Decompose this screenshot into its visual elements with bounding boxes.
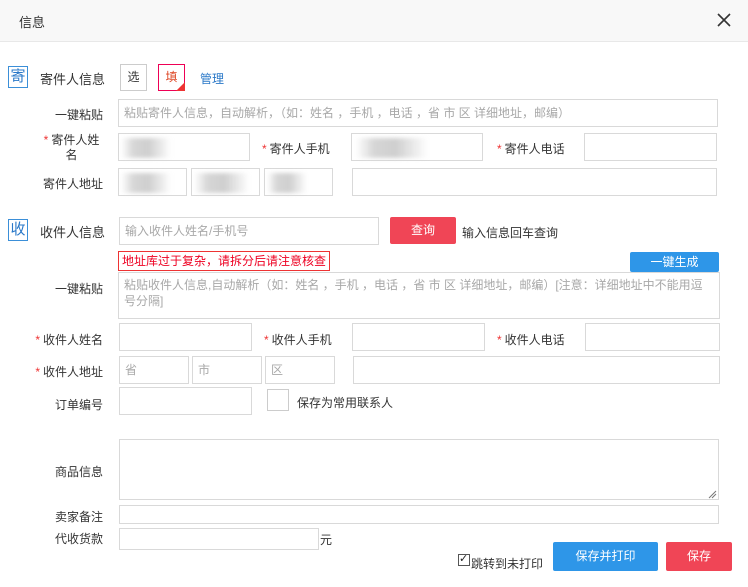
select-sender-button[interactable]: 选 (120, 64, 147, 91)
seller-note-input[interactable] (119, 505, 719, 524)
manage-sender-link[interactable]: 管理 (200, 70, 224, 87)
sender-paste-label: 一键粘贴 (54, 108, 103, 122)
sender-phone-label-text: 寄件人电话 (504, 142, 565, 156)
redacted-value (267, 173, 307, 193)
receiver-district-select[interactable] (265, 356, 335, 384)
sender-province-select[interactable] (118, 168, 187, 196)
receiver-phone-label-text: 收件人电话 (504, 333, 565, 347)
sender-mobile-label: 寄件人手机 (262, 140, 330, 157)
address-warning: 地址库过于复杂，请拆分后请注意核查 (118, 251, 331, 271)
redacted-value (194, 173, 249, 193)
receiver-search-hint: 输入信息回车查询 (462, 226, 559, 240)
cod-label: 代收货款 (54, 532, 103, 546)
receiver-search-button[interactable]: 查询 (390, 217, 456, 244)
receiver-province-select[interactable] (119, 356, 189, 384)
jump-unprinted-label: 跳转到未打印 (471, 557, 544, 571)
cod-unit: 元 (320, 533, 333, 547)
receiver-name-input[interactable] (119, 323, 252, 351)
receiver-section-title: 收件人信息 (40, 225, 106, 240)
receiver-phone-input[interactable] (585, 323, 720, 351)
receiver-paste-input[interactable] (118, 272, 720, 319)
sender-detail-address-input[interactable] (352, 168, 717, 196)
goods-info-label: 商品信息 (54, 465, 103, 479)
sender-name-label-text: 寄件人姓名 (51, 133, 100, 162)
receiver-section-icon: 收 (8, 219, 28, 241)
sender-name-input[interactable] (118, 133, 250, 161)
sender-name-label: 寄件人姓名 (40, 133, 103, 163)
sender-section-icon: 寄 (8, 66, 28, 88)
sender-section-title: 寄件人信息 (40, 72, 106, 87)
redacted-value (121, 173, 171, 193)
fill-sender-button[interactable]: 填 (158, 64, 185, 91)
order-number-input[interactable] (119, 387, 252, 415)
sender-paste-input[interactable] (118, 99, 718, 127)
receiver-mobile-label: 收件人手机 (264, 331, 332, 348)
receiver-address-label-text: 收件人地址 (42, 365, 103, 379)
redacted-value (121, 138, 171, 158)
receiver-paste-label: 一键粘贴 (54, 282, 103, 296)
receiver-city-select[interactable] (192, 356, 262, 384)
sender-mobile-label-text: 寄件人手机 (269, 142, 330, 156)
receiver-mobile-label-text: 收件人手机 (271, 333, 332, 347)
receiver-mobile-input[interactable] (352, 323, 485, 351)
receiver-name-label: 收件人姓名 (30, 331, 103, 348)
save-button[interactable]: 保存 (666, 542, 732, 571)
sender-mobile-input[interactable] (351, 133, 483, 161)
save-contact-label: 保存为常用联系人 (297, 396, 394, 410)
dialog-title: 信息 (19, 15, 46, 30)
goods-info-textarea[interactable] (119, 439, 719, 500)
sender-address-label: 寄件人地址 (42, 177, 103, 191)
receiver-detail-address-input[interactable] (353, 356, 720, 384)
receiver-name-label-text: 收件人姓名 (42, 333, 103, 347)
sender-city-select[interactable] (191, 168, 260, 196)
sender-phone-input[interactable] (584, 133, 717, 161)
receiver-phone-label: 收件人电话 (497, 331, 565, 348)
generate-button[interactable]: 一键生成 (630, 252, 719, 272)
jump-unprinted-checkbox[interactable] (458, 552, 470, 566)
close-icon[interactable] (714, 10, 734, 30)
dialog-titlebar: 信息 (0, 0, 748, 42)
seller-note-label: 卖家备注 (54, 510, 103, 524)
save-and-print-button[interactable]: 保存并打印 (553, 542, 658, 571)
save-contact-checkbox[interactable] (267, 389, 289, 411)
resize-grip-icon[interactable] (707, 488, 717, 499)
redacted-value (356, 138, 428, 158)
cod-input[interactable] (119, 528, 319, 550)
sender-district-select[interactable] (264, 168, 333, 196)
receiver-address-label: 收件人地址 (30, 363, 103, 380)
sender-phone-label: 寄件人电话 (497, 140, 565, 157)
order-number-label: 订单编号 (54, 398, 103, 412)
receiver-search-input[interactable] (119, 217, 379, 245)
